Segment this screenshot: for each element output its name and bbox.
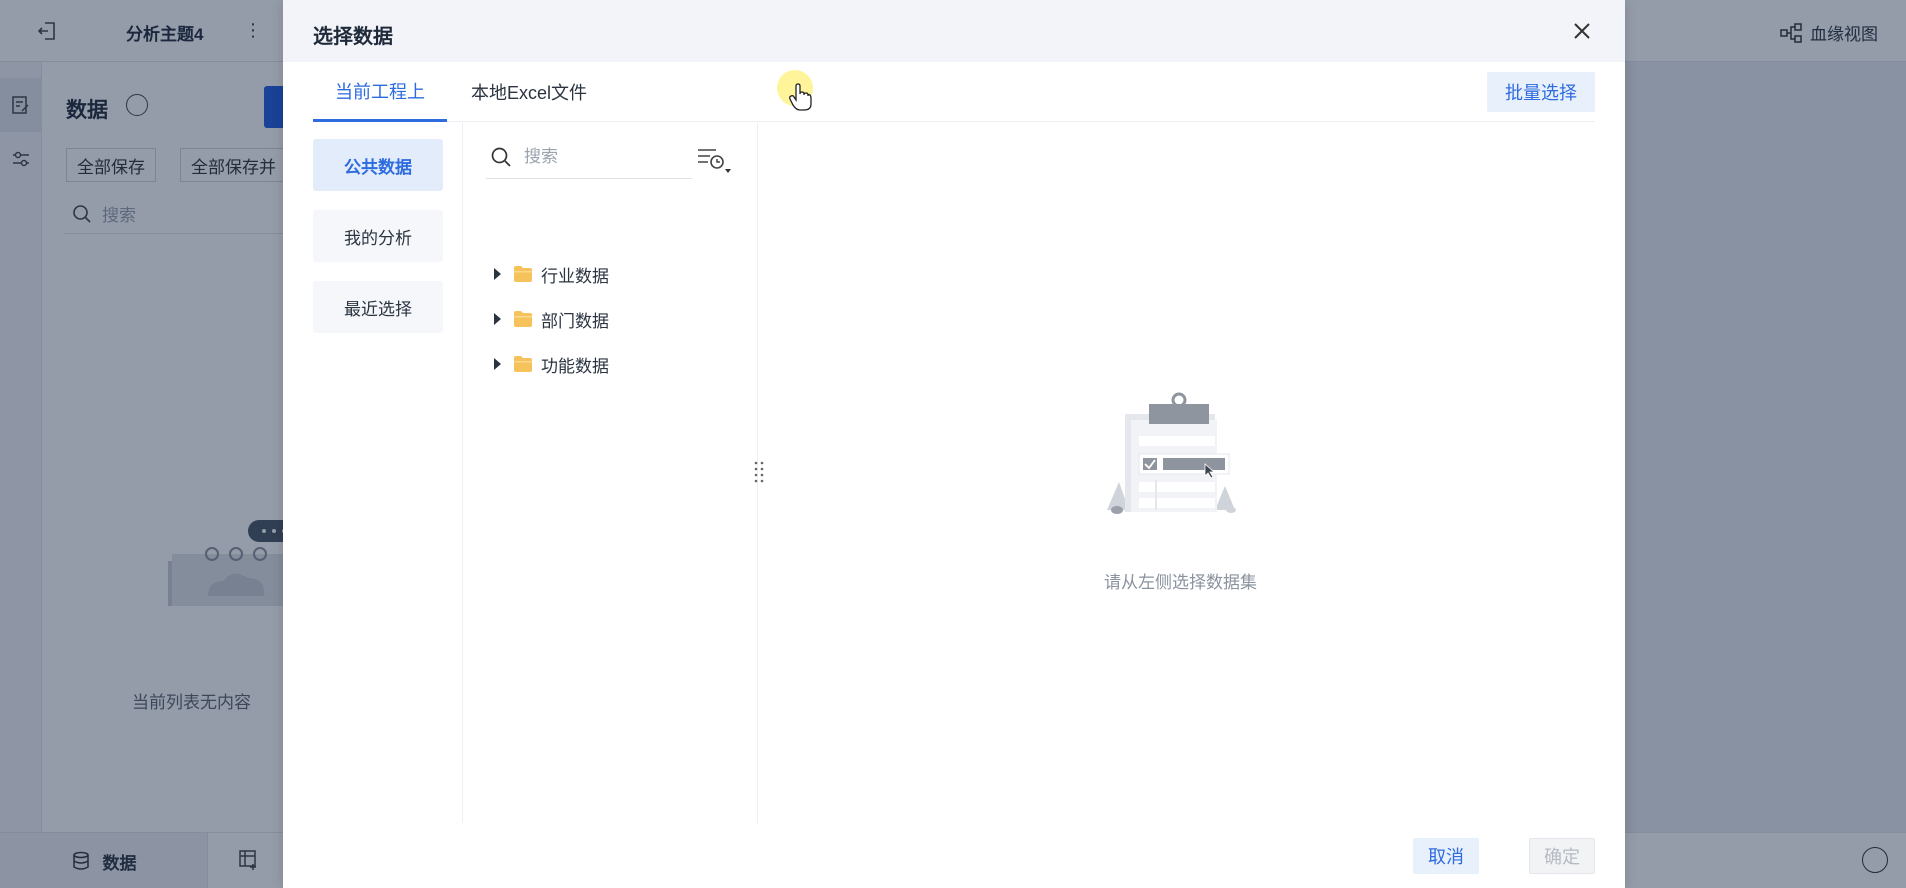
- close-icon[interactable]: [1569, 18, 1595, 44]
- tree-node-department[interactable]: 部门数据: [494, 304, 609, 334]
- dataset-search-input[interactable]: [524, 146, 674, 167]
- dialog-footer: 取消 确定: [283, 823, 1625, 888]
- category-my-analysis[interactable]: 我的分析: [313, 210, 443, 262]
- category-public-data[interactable]: 公共数据: [313, 139, 443, 191]
- dialog-title: 选择数据: [313, 26, 393, 48]
- tree-node-industry[interactable]: 行业数据: [494, 259, 609, 289]
- cancel-button[interactable]: 取消: [1413, 838, 1479, 874]
- empty-hint-text: 请从左侧选择数据集: [1104, 573, 1257, 592]
- expand-caret-icon[interactable]: [494, 358, 501, 370]
- folder-icon: [514, 311, 532, 327]
- dialog-header: 选择数据: [283, 0, 1625, 62]
- category-recent[interactable]: 最近选择: [313, 281, 443, 333]
- empty-clipboard-illustration: [1107, 392, 1236, 514]
- tree-node-label: 功能数据: [541, 356, 609, 376]
- select-data-dialog: 选择数据 当前工程上 本地Excel文件 批量选择 公共数据 我的分析 最近选择: [283, 0, 1625, 888]
- category-column: 公共数据 我的分析 最近选择: [283, 123, 463, 823]
- expand-caret-icon[interactable]: [494, 268, 501, 280]
- dataset-tree-column: 行业数据 部门数据 功能数据: [464, 123, 758, 823]
- source-tabs: 当前工程上 本地Excel文件: [313, 62, 1595, 122]
- expand-caret-icon[interactable]: [494, 313, 501, 325]
- tab-local-excel[interactable]: 本地Excel文件: [471, 62, 587, 122]
- tree-node-label: 部门数据: [541, 311, 609, 331]
- sort-by-time-icon[interactable]: [696, 145, 732, 175]
- folder-icon: [514, 356, 532, 372]
- hand-cursor-icon: [789, 83, 812, 111]
- search-icon: [491, 147, 511, 167]
- tree-node-label: 行业数据: [541, 266, 609, 286]
- tree-node-function[interactable]: 功能数据: [494, 349, 609, 379]
- batch-select-button[interactable]: 批量选择: [1487, 72, 1595, 112]
- dataset-search: [486, 135, 692, 179]
- tab-current-project[interactable]: 当前工程上: [313, 62, 447, 122]
- confirm-button[interactable]: 确定: [1529, 838, 1595, 874]
- folder-icon: [514, 266, 532, 282]
